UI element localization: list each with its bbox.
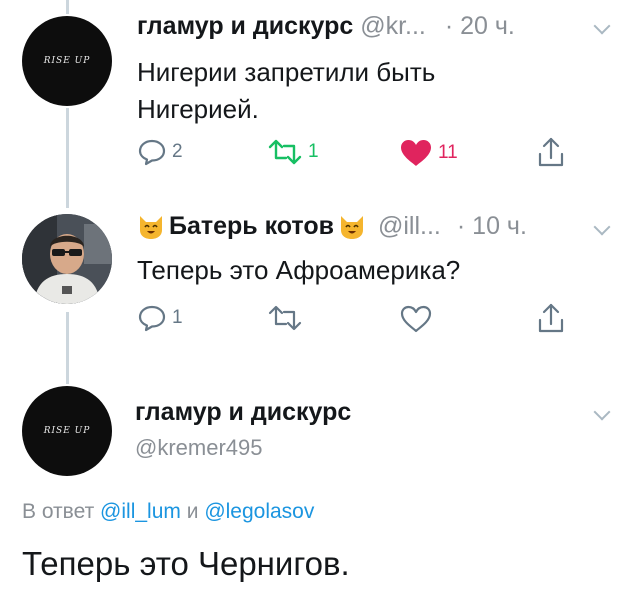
retweet-button[interactable] (267, 304, 303, 332)
retweet-button[interactable]: 1 (267, 138, 319, 166)
like-button[interactable]: 11 (399, 138, 458, 168)
chevron-down-icon[interactable] (593, 218, 611, 236)
chevron-down-icon[interactable] (593, 403, 611, 421)
reply-context: В ответ @ill_lum и @legolasov (22, 500, 314, 524)
tweet-text: Нигерии запретили быть Нигерией. (137, 54, 435, 128)
like-count: 11 (438, 142, 458, 163)
share-icon (538, 137, 564, 167)
avatar[interactable]: RISE UP (22, 16, 112, 106)
author-handle[interactable]: @ill... (378, 212, 441, 241)
timestamp[interactable]: · 20 ч. (445, 12, 515, 40)
share-icon (538, 303, 564, 333)
tweet-header: Батерь котов @ill... · 10 ч. (137, 212, 527, 241)
chevron-down-icon[interactable] (593, 17, 611, 35)
like-icon (401, 140, 431, 166)
author-name[interactable]: Батерь котов (169, 212, 334, 241)
author-handle[interactable]: @kr... (360, 12, 426, 40)
author-name[interactable]: гламур и дискурс (137, 12, 353, 40)
mention-link[interactable]: @ill_lum (100, 500, 181, 523)
like-button[interactable] (399, 304, 433, 334)
reply-button[interactable]: 1 (137, 304, 183, 332)
tweet-text-line: Нигерии запретили быть (137, 57, 436, 87)
cat-emoji-icon (140, 215, 162, 239)
reply-button[interactable]: 2 (137, 138, 183, 166)
reply-icon (138, 305, 166, 332)
like-icon (400, 305, 432, 333)
share-button[interactable] (537, 302, 565, 334)
timestamp[interactable]: · 10 ч. (457, 212, 527, 241)
reply-conjunction: и (186, 500, 199, 523)
tweet-text: Теперь это Чернигов. (22, 545, 350, 582)
author-handle[interactable]: @kremer495 (135, 435, 263, 461)
retweet-icon (268, 305, 302, 331)
share-button[interactable] (537, 136, 565, 168)
retweet-icon (268, 139, 302, 165)
tweet-text: Теперь это Афроамерика? (137, 255, 461, 285)
avatar[interactable]: RISE UP (22, 386, 112, 476)
avatar-photo (22, 214, 112, 304)
tweet-text-line: Нигерией. (137, 94, 259, 124)
reply-count: 2 (172, 141, 183, 162)
thread-line-2 (66, 312, 69, 384)
avatar[interactable] (22, 214, 112, 304)
avatar-logo-text: RISE UP (43, 426, 91, 436)
reply-prefix: В ответ (22, 500, 95, 523)
tweet-actions: 1 (137, 302, 597, 338)
reply-count: 1 (172, 307, 183, 328)
mention-link[interactable]: @legolasov (204, 500, 314, 523)
tweet-actions: 2 1 11 (137, 136, 597, 172)
tweet-header: гламур и дискурс @kr... · 20 ч. (137, 12, 515, 41)
author-name-text: гламур и дискурс (135, 398, 352, 426)
thread-line-1 (66, 108, 69, 208)
cat-emoji-icon (341, 215, 363, 239)
thread-line-top (66, 0, 69, 14)
retweet-count: 1 (308, 141, 319, 162)
author-name[interactable]: гламур и дискурс (135, 398, 351, 427)
reply-icon (138, 139, 166, 166)
avatar-logo-text: RISE UP (43, 56, 91, 66)
